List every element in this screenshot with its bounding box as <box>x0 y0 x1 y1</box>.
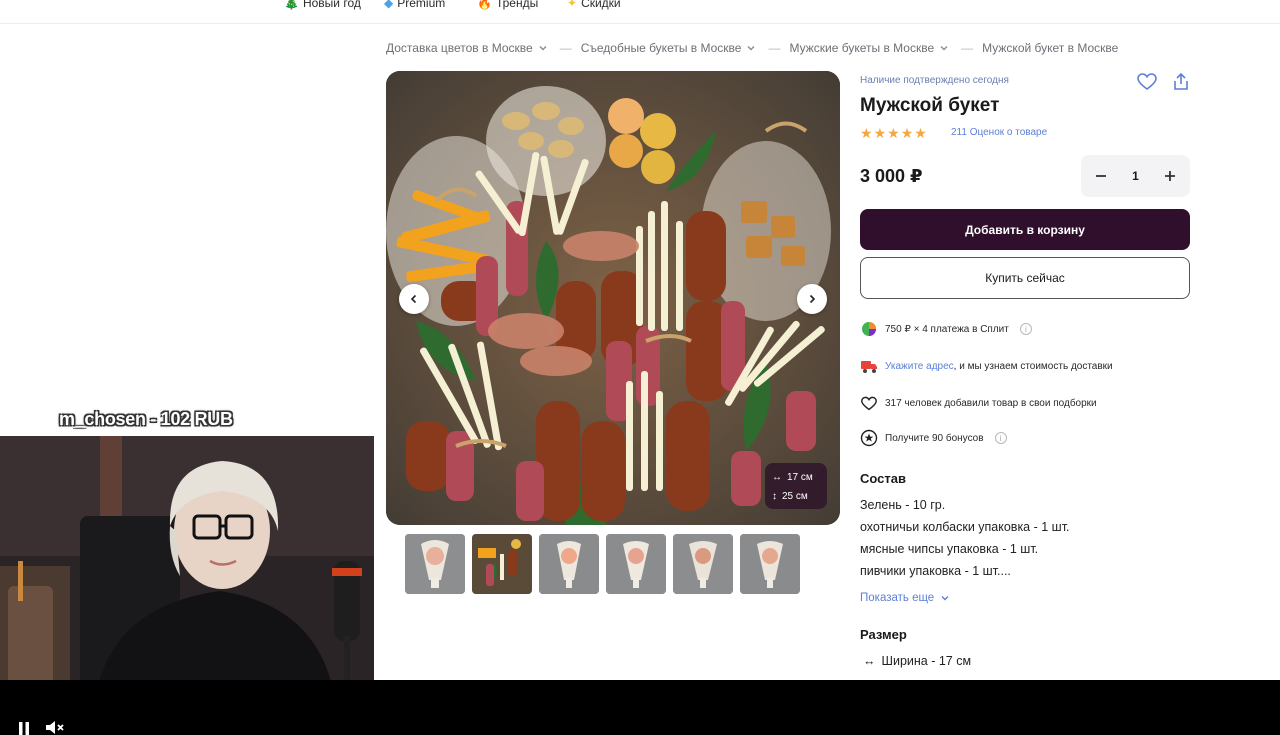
fire-icon: 🔥 <box>477 0 492 10</box>
delivery-row: Укажите адрес, и мы узнаем стоимость дос… <box>860 357 1113 375</box>
size-badge-width: ↔ 17 см <box>772 468 820 487</box>
plus-icon <box>1165 171 1175 181</box>
size-width-row: ↔ Ширина - 17 см <box>863 654 972 668</box>
gallery-next-button[interactable] <box>797 284 827 314</box>
increase-quantity-button[interactable] <box>1156 162 1184 190</box>
star-icon: ★ <box>873 125 887 141</box>
breadcrumb-item-delivery[interactable]: Доставка цветов в Москве <box>386 41 548 55</box>
composition-title: Состав <box>860 471 906 486</box>
share-button[interactable] <box>1170 71 1192 93</box>
donation-alert: m_chosen - 102 RUB <box>59 409 233 429</box>
heart-icon <box>1137 73 1157 90</box>
bouquet-photo <box>386 71 840 525</box>
chevron-down-icon <box>941 596 949 601</box>
thumbnail-strip <box>405 534 800 594</box>
breadcrumb-separator: — <box>961 41 974 55</box>
bonus-row: Получите 90 бонусов i <box>860 429 1007 447</box>
composition-item: пивчики упаковка - 1 шт.... <box>860 564 1011 578</box>
minus-icon <box>1096 175 1106 177</box>
breadcrumb-item-edible[interactable]: Съедобные букеты в Москве <box>581 41 757 55</box>
thumbnail-active[interactable] <box>472 534 532 594</box>
split-payment-row: 750 ₽ × 4 платежа в Сплит i <box>860 320 1032 338</box>
buy-now-button[interactable]: Купить сейчас <box>860 257 1190 299</box>
top-nav-item-sales[interactable]: ✦ Скидки <box>567 0 621 10</box>
product-main-image[interactable] <box>386 71 840 525</box>
pause-button[interactable] <box>17 721 31 735</box>
info-icon[interactable]: i <box>994 432 1007 444</box>
composition-item: охотничьи колбаски упаковка - 1 шт. <box>860 520 1070 534</box>
product-price: 3 000 ₽ <box>860 166 923 186</box>
add-to-cart-button[interactable]: Добавить в корзину <box>860 209 1190 250</box>
top-nav: 🎄 Новый год ◆ Premium 🔥 Тренды ✦ Скидки <box>0 0 1280 24</box>
size-title: Размер <box>860 627 907 642</box>
sparkle-icon: ✦ <box>567 0 578 10</box>
video-player-bar <box>0 680 1280 735</box>
breadcrumb-separator: — <box>559 41 572 55</box>
size-badge: ↔ 17 см ↕ 25 см <box>765 463 827 509</box>
quantity-stepper: 1 <box>1081 155 1190 197</box>
top-nav-item-new-year[interactable]: 🎄 Новый год <box>284 0 361 10</box>
thumbnail-image <box>673 534 733 594</box>
horizontal-arrows-icon: ↔ <box>863 654 876 668</box>
muted-speaker-icon <box>46 721 64 734</box>
top-nav-item-premium[interactable]: ◆ Premium <box>384 0 445 10</box>
rating-stars: ★ ★ ★ ★ ★ <box>860 125 927 142</box>
breadcrumb-item-current: Мужской букет в Москве <box>982 41 1119 55</box>
decrease-quantity-button[interactable] <box>1087 162 1115 190</box>
diamond-icon: ◆ <box>384 0 394 10</box>
webcam-overlay <box>0 436 374 700</box>
thumbnail[interactable] <box>539 534 599 594</box>
star-icon: ★ <box>887 125 900 141</box>
streamer-webcam <box>0 436 374 700</box>
availability-status: Наличие подтверждено сегодня <box>860 75 1009 86</box>
heart-outline-icon <box>860 394 878 412</box>
share-icon <box>1174 72 1188 90</box>
thumbnail[interactable] <box>673 534 733 594</box>
info-icon[interactable]: i <box>1019 323 1032 335</box>
favorite-button[interactable] <box>1136 71 1158 93</box>
product-title: Мужской букет <box>860 95 1000 116</box>
star-icon: ★ <box>860 125 873 141</box>
composition-item: мясные чипсы упаковка - 1 шт. <box>860 542 1039 556</box>
split-icon <box>860 320 878 338</box>
pause-icon <box>19 722 29 735</box>
favorites-count-row: 317 человек добавили товар в свои подбор… <box>860 394 1097 412</box>
tree-icon: 🎄 <box>284 0 299 10</box>
star-icon: ★ <box>900 125 914 141</box>
chevron-right-icon <box>809 294 816 304</box>
quantity-value[interactable]: 1 <box>1132 169 1139 183</box>
composition-item: Зелень - 10 гр. <box>860 498 946 512</box>
star-icon: ★ <box>914 125 927 141</box>
reviews-link[interactable]: 211 Оценок о товаре <box>951 127 1047 138</box>
thumbnail-image <box>472 534 532 594</box>
size-badge-height: ↕ 25 см <box>772 487 820 506</box>
truck-icon <box>860 357 878 375</box>
thumbnail-image <box>539 534 599 594</box>
thumbnail-image <box>740 534 800 594</box>
breadcrumb: Доставка цветов в Москве — Съедобные бук… <box>386 41 1118 55</box>
top-nav-item-trends[interactable]: 🔥 Тренды <box>477 0 538 10</box>
thumbnail[interactable] <box>740 534 800 594</box>
chevron-left-icon <box>410 294 417 304</box>
thumbnail[interactable] <box>405 534 465 594</box>
breadcrumb-separator: — <box>768 41 781 55</box>
breadcrumb-item-mens[interactable]: Мужские букеты в Москве <box>789 41 949 55</box>
thumbnail-image <box>405 534 465 594</box>
horizontal-arrows-icon: ↔ <box>772 472 782 483</box>
mute-button[interactable] <box>45 720 65 735</box>
bonus-star-icon <box>860 429 878 447</box>
specify-address-link[interactable]: Укажите адрес <box>885 361 954 372</box>
gallery-prev-button[interactable] <box>399 284 429 314</box>
chevron-down-icon <box>539 46 547 51</box>
show-more-button[interactable]: Показать еще <box>860 592 950 604</box>
vertical-arrows-icon: ↕ <box>772 491 777 502</box>
chevron-down-icon <box>940 46 948 51</box>
thumbnail[interactable] <box>606 534 666 594</box>
chevron-down-icon <box>747 46 755 51</box>
thumbnail-image <box>606 534 666 594</box>
